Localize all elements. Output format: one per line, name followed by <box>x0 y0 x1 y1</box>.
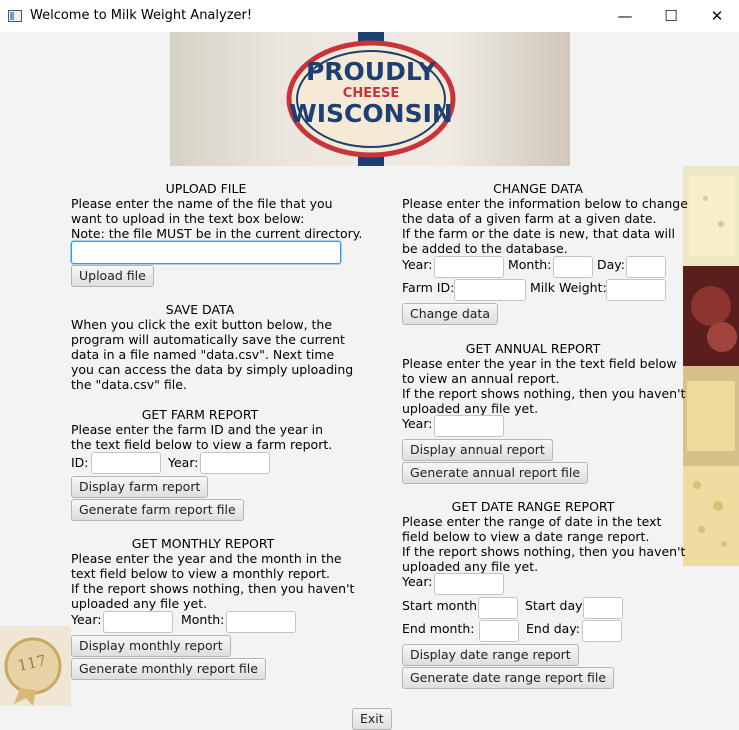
end-day-input[interactable] <box>582 620 622 642</box>
farm-year-input[interactable] <box>200 452 270 474</box>
monthly-text-4: uploaded any file yet. <box>71 596 208 611</box>
close-button[interactable]: ✕ <box>694 0 739 32</box>
change-month-input[interactable] <box>553 256 593 278</box>
change-text-2: the data of a given farm at a given date… <box>402 211 657 226</box>
display-monthly-report-button[interactable]: Display monthly report <box>71 635 231 657</box>
annual-text-1: Please enter the year in the text field … <box>402 356 677 371</box>
start-month-input[interactable] <box>478 597 518 619</box>
salami-photo <box>683 266 739 366</box>
exit-button[interactable]: Exit <box>352 708 392 730</box>
save-text-3: data in a file named "data.csv". Next ti… <box>71 347 335 362</box>
title-bar: Welcome to Milk Weight Analyzer! — ☐ ✕ <box>0 0 739 32</box>
farm-id-input[interactable] <box>91 452 161 474</box>
change-data-button[interactable]: Change data <box>402 303 498 325</box>
change-farm-id-input[interactable] <box>454 279 526 301</box>
upload-file-button[interactable]: Upload file <box>71 265 154 287</box>
milk-weight-input[interactable] <box>606 279 666 301</box>
swiss-cheese-photo <box>683 466 739 566</box>
proudly-wisconsin-cheese-logo: PROUDLY CHEESE WISCONSIN <box>170 32 570 166</box>
daterange-year-input[interactable] <box>434 573 504 595</box>
annual-heading: GET ANNUAL REPORT <box>465 341 601 356</box>
end-month-input[interactable] <box>479 620 519 642</box>
monthly-year-label: Year: <box>71 612 102 627</box>
change-day-input[interactable] <box>626 256 666 278</box>
start-day-label: Start day: <box>525 598 586 613</box>
daterange-heading: GET DATE RANGE REPORT <box>451 499 615 514</box>
save-text-5: the "data.csv" file. <box>71 377 187 392</box>
maximize-button[interactable]: ☐ <box>648 0 694 32</box>
display-farm-report-button[interactable]: Display farm report <box>71 476 209 498</box>
start-day-input[interactable] <box>583 597 623 619</box>
monthly-month-input[interactable] <box>226 611 296 633</box>
generate-farm-report-button[interactable]: Generate farm report file <box>71 499 244 521</box>
monthly-heading: GET MONTHLY REPORT <box>131 536 275 551</box>
monthly-text-3: If the report shows nothing, then you ha… <box>71 581 355 596</box>
farm-heading: GET FARM REPORT <box>141 407 259 422</box>
upload-instruction-2: want to upload in the text box below: <box>71 211 305 226</box>
window-title: Welcome to Milk Weight Analyzer! <box>30 8 253 23</box>
save-text-4: you can access the data by simply upload… <box>71 362 354 377</box>
upload-filename-input[interactable] <box>71 241 341 264</box>
annual-text-4: uploaded any file yet. <box>402 401 539 416</box>
change-text-3: If the farm or the date is new, that dat… <box>402 226 675 241</box>
cheese-photo-2 <box>683 366 739 466</box>
daterange-text-1: Please enter the range of date in the te… <box>402 514 662 529</box>
daterange-text-4: uploaded any file yet. <box>402 559 539 574</box>
change-text-4: be added to the database. <box>402 241 568 256</box>
generate-annual-report-button[interactable]: Generate annual report file <box>402 462 589 484</box>
change-heading: CHANGE DATA <box>493 181 583 196</box>
logo-line1: PROUDLY <box>306 57 437 86</box>
end-day-label: End day: <box>526 621 581 636</box>
daterange-text-3: If the report shows nothing, then you ha… <box>402 544 686 559</box>
award-badge: 117 <box>0 626 71 706</box>
annual-year-label: Year: <box>402 416 433 431</box>
daterange-text-2: field below to view a date range report. <box>402 529 650 544</box>
save-heading: SAVE DATA <box>165 302 235 317</box>
end-month-label: End month: <box>402 621 475 636</box>
minimize-button[interactable]: — <box>602 0 648 32</box>
display-date-range-report-button[interactable]: Display date range report <box>402 644 579 666</box>
monthly-year-input[interactable] <box>103 611 173 633</box>
change-month-label: Month: <box>508 257 552 272</box>
generate-monthly-report-button[interactable]: Generate monthly report file <box>71 658 266 680</box>
daterange-year-label: Year: <box>402 574 433 589</box>
annual-year-input[interactable] <box>434 415 504 437</box>
logo-graphic: PROUDLY CHEESE WISCONSIN <box>286 32 456 166</box>
farm-year-label: Year: <box>168 455 199 470</box>
start-month-label: Start month: <box>402 598 482 613</box>
change-text-1: Please enter the information below to ch… <box>402 196 688 211</box>
save-text-1: When you click the exit button below, th… <box>71 317 333 332</box>
display-annual-report-button[interactable]: Display annual report <box>402 439 553 461</box>
monthly-month-label: Month: <box>181 612 225 627</box>
app-icon <box>8 10 22 22</box>
change-day-label: Day: <box>597 257 625 272</box>
upload-note: Note: the file MUST be in the current di… <box>71 226 363 241</box>
annual-text-3: If the report shows nothing, then you ha… <box>402 386 686 401</box>
farm-id-label: ID: <box>71 455 89 470</box>
cheese-photo-1 <box>683 166 739 266</box>
upload-heading: UPLOAD FILE <box>165 181 247 196</box>
monthly-text-1: Please enter the year and the month in t… <box>71 551 342 566</box>
change-year-input[interactable] <box>434 256 504 278</box>
save-text-2: program will automatically save the curr… <box>71 332 345 347</box>
change-year-label: Year: <box>402 257 433 272</box>
change-farm-id-label: Farm ID: <box>402 280 455 295</box>
farm-instruction-2: the text field below to view a farm repo… <box>71 437 333 452</box>
annual-text-2: to view an annual report. <box>402 371 560 386</box>
generate-date-range-report-button[interactable]: Generate date range report file <box>402 667 615 689</box>
milk-weight-label: Milk Weight: <box>530 280 607 295</box>
badge-graphic: 117 <box>4 637 62 706</box>
farm-instruction-1: Please enter the farm ID and the year in <box>71 422 323 437</box>
upload-instruction-1: Please enter the name of the file that y… <box>71 196 333 211</box>
logo-line3: WISCONSIN <box>289 99 453 128</box>
monthly-text-2: text field below to view a monthly repor… <box>71 566 331 581</box>
